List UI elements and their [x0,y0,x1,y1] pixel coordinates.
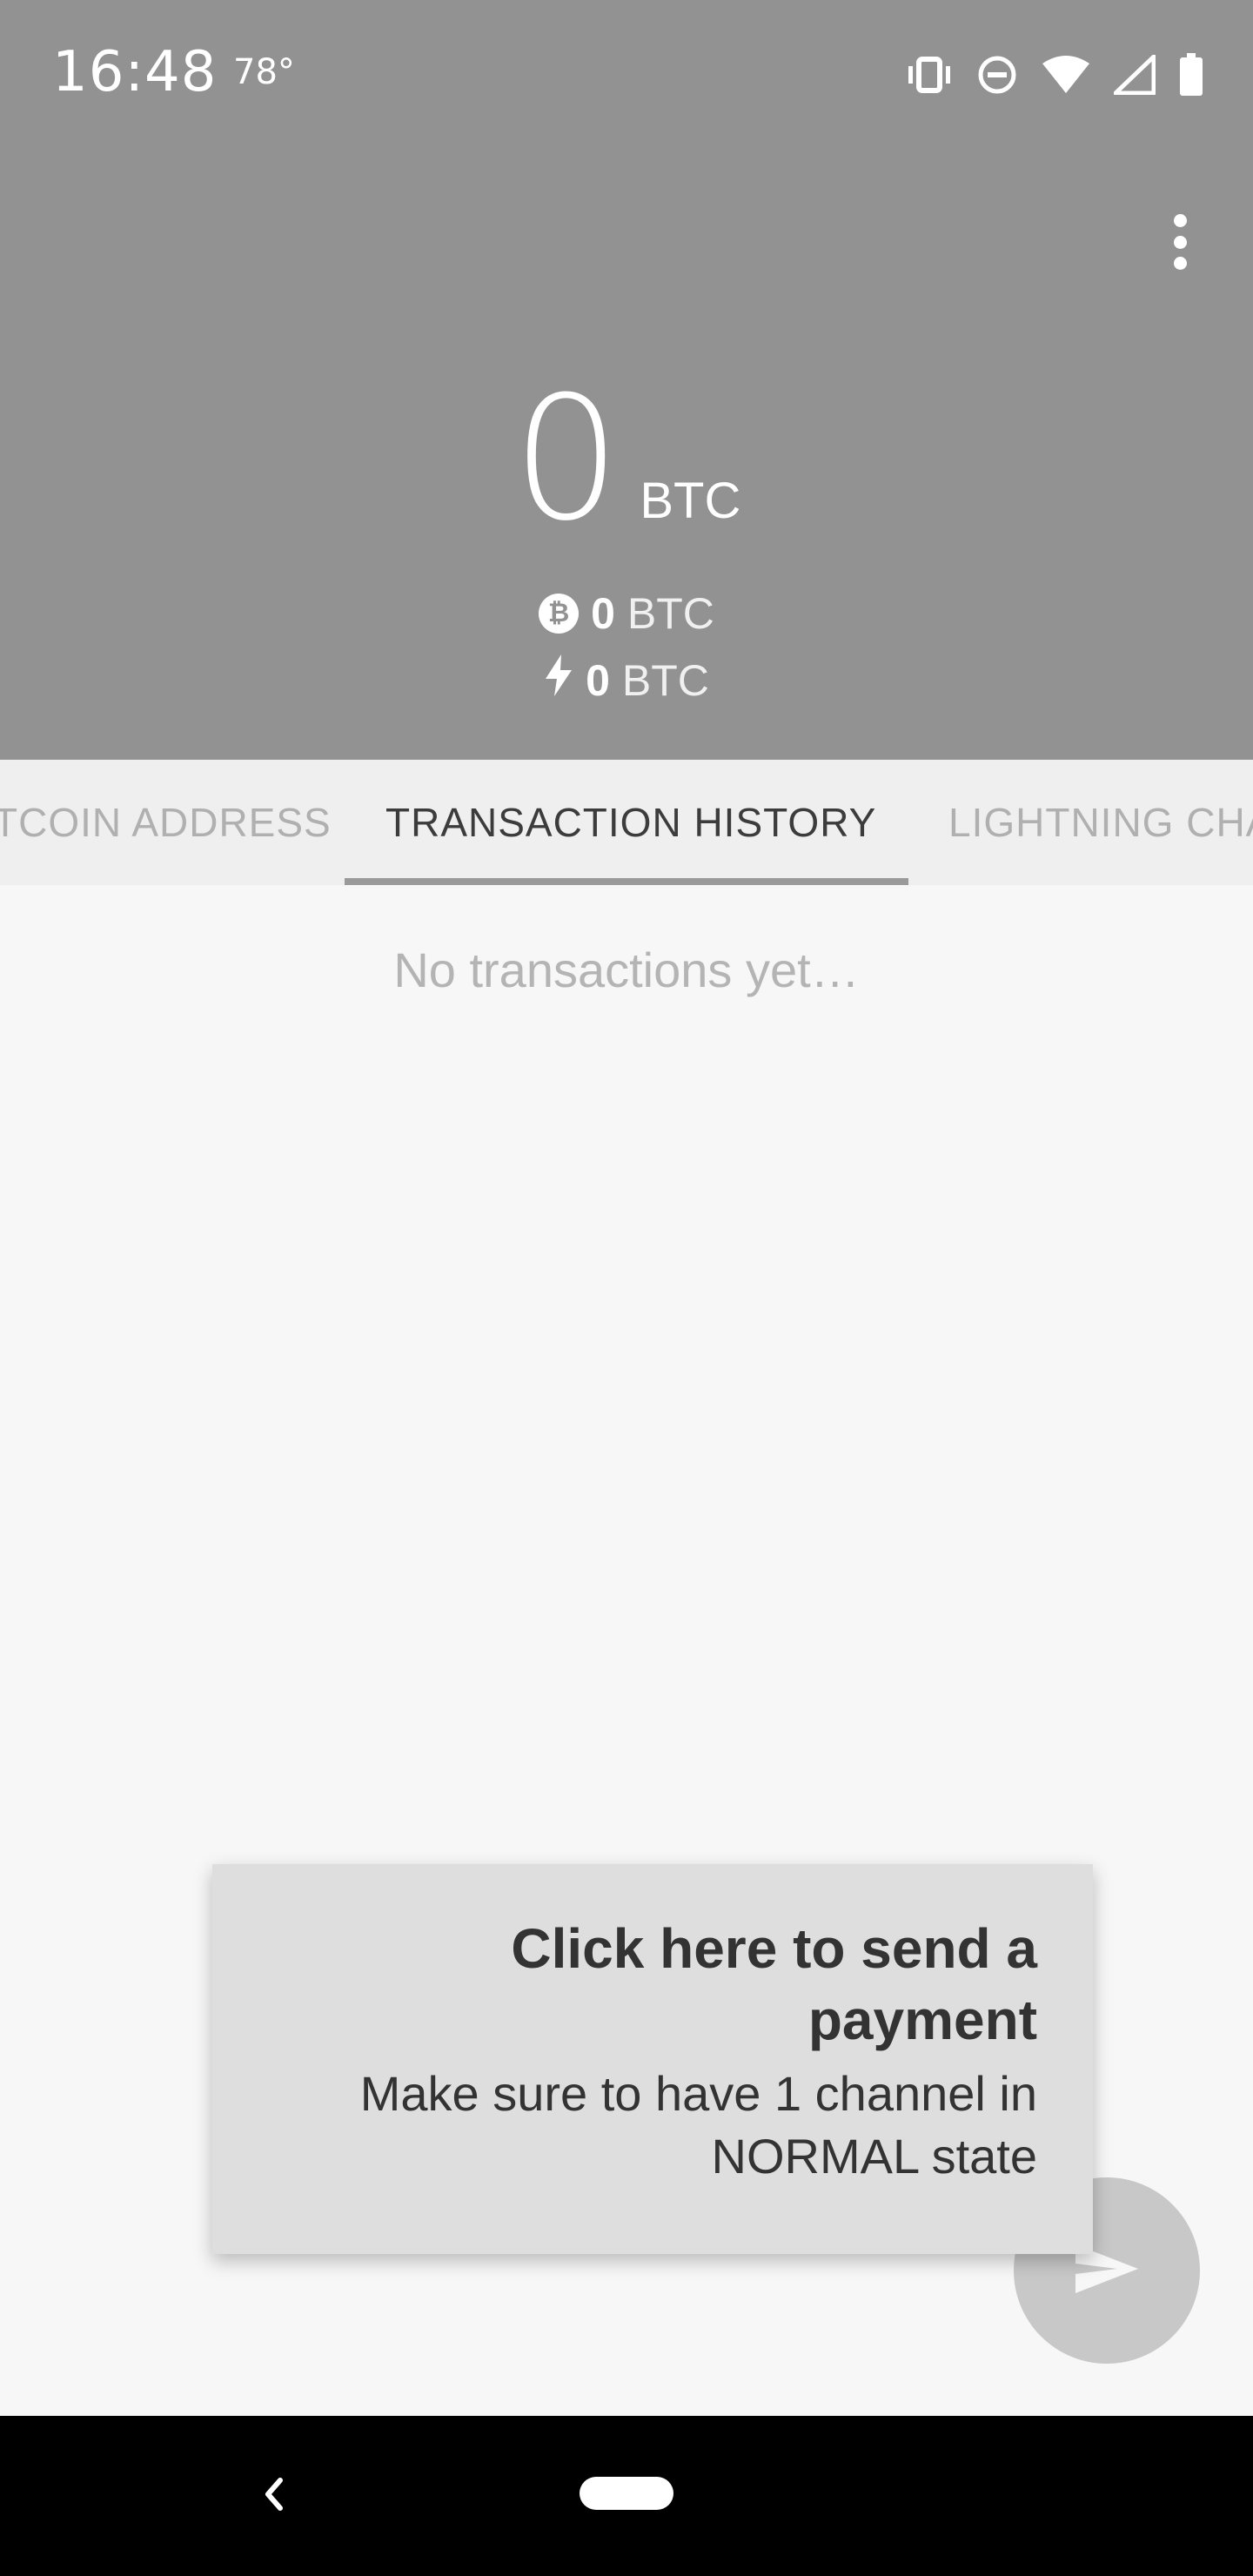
home-pill-icon[interactable] [580,2477,673,2510]
vibrate-icon [905,56,954,94]
cell-signal-icon [1114,55,1156,95]
onchain-balance-amount: 0 [591,589,615,638]
more-vert-icon[interactable] [1154,205,1206,278]
tab-bitcoin-address[interactable]: TCOIN ADDRESS [0,760,332,885]
status-temperature: 78° [233,52,295,92]
bitcoin-icon: ₿ [539,594,580,634]
status-time: 16:48 [52,40,218,104]
send-payment-tooltip[interactable]: Click here to send a payment Make sure t… [212,1864,1093,2254]
tooltip-title: Click here to send a payment [511,1917,1037,2051]
total-balance: 0 BTC [0,374,1253,545]
status-bar: 16:48 78° [0,0,1253,148]
wallet-header: 16:48 78° 0 BTC ₿ 0 BTC 0 BTC [0,0,1253,760]
lightning-balance: 0 BTC [0,654,1253,707]
status-icons [905,52,1204,97]
lightning-balance-unit: BTC [621,656,709,705]
navigation-bar [0,2416,1253,2576]
active-tab-indicator [345,878,908,885]
tooltip-body: Make sure to have 1 channel in NORMAL st… [359,2066,1037,2184]
empty-transactions-message: No transactions yet… [393,943,860,997]
tab-lightning-channels[interactable]: LIGHTNING CHA [948,760,1253,885]
balance-unit: BTC [640,473,741,529]
onchain-balance-unit: BTC [626,589,714,638]
balance-amount: 0 [512,360,621,559]
tab-transaction-history[interactable]: TRANSACTION HISTORY [385,760,876,885]
back-icon[interactable] [254,2473,296,2519]
tab-bar: TCOIN ADDRESS TRANSACTION HISTORY LIGHTN… [0,760,1253,885]
battery-icon [1178,53,1204,97]
wifi-icon [1041,55,1091,95]
lightning-icon [544,654,573,707]
do-not-disturb-icon [976,54,1018,96]
lightning-balance-amount: 0 [586,656,610,705]
onchain-balance: ₿ 0 BTC [0,588,1253,639]
